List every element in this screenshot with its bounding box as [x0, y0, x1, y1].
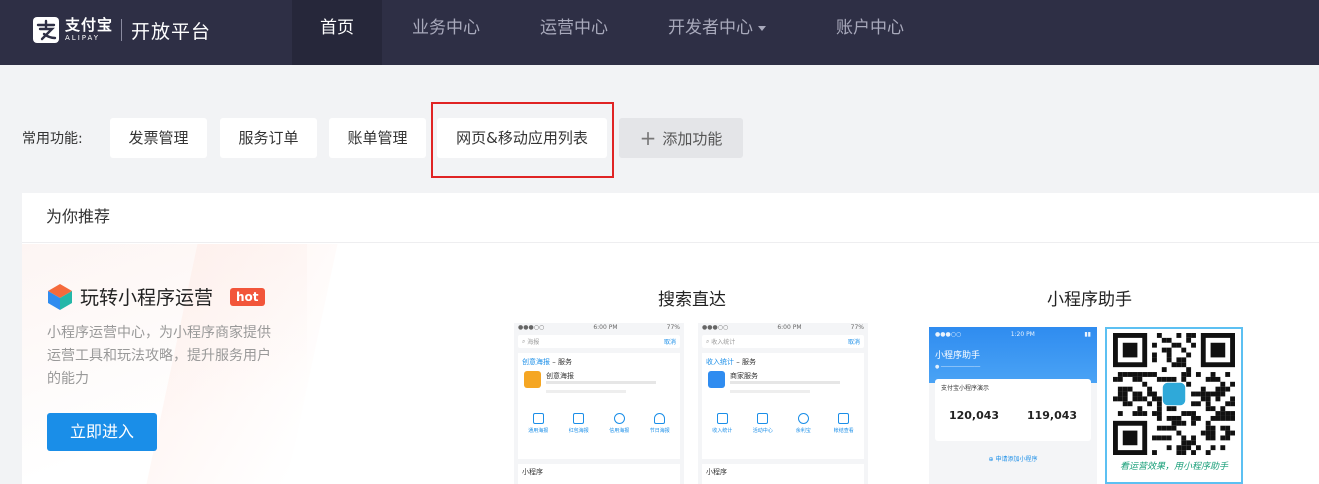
- search-direct-title: 搜索直达: [658, 290, 726, 310]
- bill-icon: [838, 413, 850, 424]
- recommend-header: 为你推荐: [22, 193, 1319, 243]
- alipay-logo-icon: [32, 16, 60, 44]
- quick-invoice-management[interactable]: 发票管理: [110, 118, 207, 158]
- quick-service-orders[interactable]: 服务订单: [220, 118, 317, 158]
- quick-functions-label: 常用功能:: [22, 131, 83, 147]
- add-function-button[interactable]: + 添加功能: [619, 118, 743, 158]
- qr-caption: 看运营效果，用小程序助手: [1119, 462, 1228, 472]
- qr-code-icon: [1113, 333, 1235, 455]
- phone-screenshot-poster: ●●●○○ 6:00 PM 77% ⌕ 海报 取消 创意海报 – 服务 创意海报 通用…: [514, 323, 684, 484]
- platform-title: 开放平台: [131, 20, 212, 43]
- mini-program-ops-logo-icon: [48, 284, 72, 310]
- enter-now-button[interactable]: 立即进入: [47, 413, 157, 451]
- yulibao-icon: [797, 413, 809, 424]
- chart-icon: [716, 413, 728, 424]
- holiday-icon: [654, 413, 666, 424]
- alipay-logo[interactable]: 支付宝 ALIPAY 开放平台: [32, 15, 211, 45]
- plus-icon: +: [639, 126, 657, 150]
- recommend-card: 为你推荐 玩转小程序运营 hot 小程序运营中心，为小程序商家提供运营工具和玩法…: [22, 193, 1319, 484]
- promo-title: 玩转小程序运营: [80, 287, 214, 309]
- nav-home[interactable]: 首页: [292, 0, 382, 65]
- nav-business-center[interactable]: 业务中心: [396, 0, 496, 65]
- promo-description: 小程序运营中心，为小程序商家提供运营工具和玩法攻略，提升服务用户的能力: [47, 325, 271, 387]
- red-packet-icon: [573, 413, 585, 424]
- merchant-service-icon: [708, 371, 725, 388]
- phone-screenshot-income: ●●●○○ 6:00 PM 77% ⌕ 收入统计 取消 收入统计 – 服务 商家服务 …: [698, 323, 868, 484]
- nav-operations-center[interactable]: 运营中心: [524, 0, 624, 65]
- highlight-box: [431, 102, 614, 178]
- poster-icon: [532, 413, 544, 424]
- hot-badge: hot: [230, 288, 265, 306]
- quick-bill-management[interactable]: 账单管理: [329, 118, 426, 158]
- nav-developer-center[interactable]: 开发者中心: [652, 0, 782, 65]
- brand-name: 支付宝: [65, 16, 114, 34]
- credit-icon: [613, 413, 625, 424]
- qr-code-panel: 看运营效果，用小程序助手: [1105, 327, 1243, 484]
- poster-app-icon: [524, 371, 541, 388]
- top-nav: 支付宝 ALIPAY 开放平台 首页 业务中心 运营中心 开发者中心 账户中心: [0, 0, 1319, 65]
- brand-name-en: ALIPAY: [65, 34, 101, 42]
- nav-account-center[interactable]: 账户中心: [820, 0, 920, 65]
- chevron-down-icon: [758, 25, 766, 31]
- assistant-title: 小程序助手: [1047, 290, 1132, 310]
- logo-divider: [121, 19, 123, 41]
- activity-icon: [757, 413, 769, 424]
- assistant-app-screenshot: ●●●○○ 1:20 PM ▮▮ 小程序助手 ● ───────────── 支付宝…: [929, 327, 1097, 484]
